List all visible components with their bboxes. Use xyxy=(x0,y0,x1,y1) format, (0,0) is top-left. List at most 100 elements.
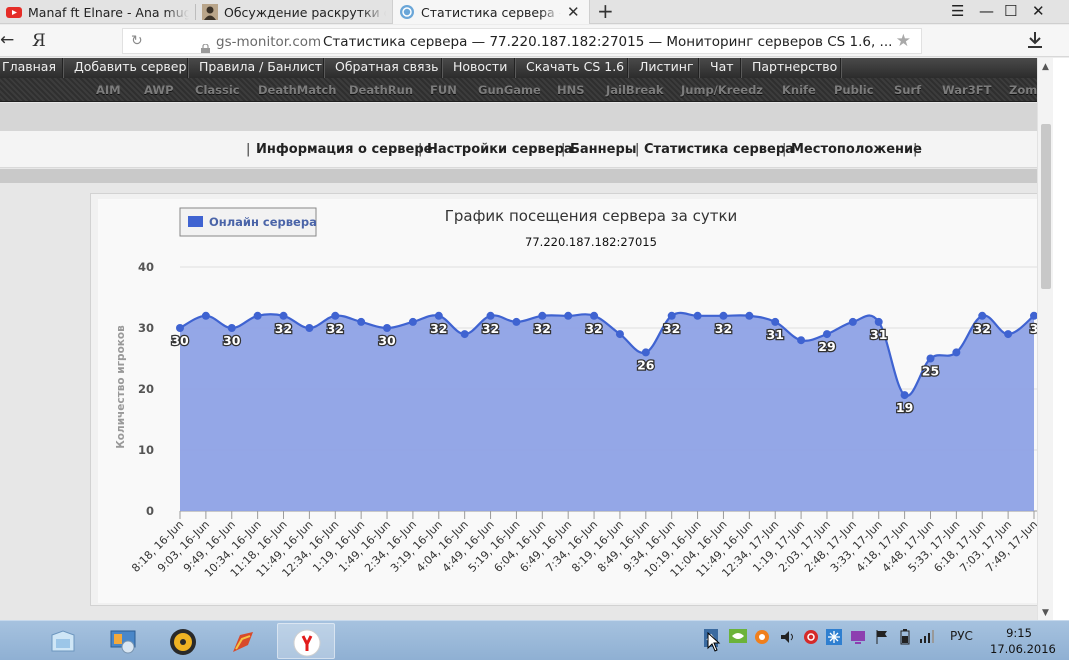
nav-listing[interactable]: Листинг xyxy=(639,58,694,78)
close-tab-icon[interactable]: ✕ xyxy=(567,3,580,21)
flag-icon[interactable] xyxy=(874,629,890,648)
tab-label: Обсуждение раскрутки cs с xyxy=(224,4,386,20)
yandex-button[interactable]: Я xyxy=(32,31,46,51)
battery-icon[interactable] xyxy=(900,629,910,648)
close-window-button[interactable]: ✕ xyxy=(1032,2,1045,20)
data-label: 19 xyxy=(896,400,913,415)
category-gungame[interactable]: GunGame xyxy=(478,83,541,97)
nav-divider xyxy=(62,58,63,78)
menu-icon[interactable]: ☰ xyxy=(951,2,964,20)
tab-label: Статистика сервера — 7 xyxy=(421,4,561,20)
paint-icon xyxy=(233,632,253,652)
data-label: 31 xyxy=(767,327,784,342)
nav-add-server[interactable]: Добавить сервер xyxy=(74,58,186,78)
clock-time: 9:15 xyxy=(1006,626,1032,640)
avast-icon[interactable] xyxy=(754,629,770,648)
link-server-settings[interactable]: Настройки сервера xyxy=(427,142,573,157)
scroll-thumb[interactable] xyxy=(1041,124,1051,289)
category-public[interactable]: Public xyxy=(834,83,874,97)
lock-icon xyxy=(201,38,210,53)
category-hns[interactable]: HNS xyxy=(557,83,585,97)
taskbar-aimp[interactable] xyxy=(154,623,212,659)
gs-monitor-icon xyxy=(399,4,415,20)
server-links-bar: | Информация о сервере | Настройки серве… xyxy=(0,131,1037,168)
category-deathmatch[interactable]: DeathMatch xyxy=(258,83,337,97)
scroll-up-icon[interactable]: ▲ xyxy=(1042,62,1049,72)
data-label: 30 xyxy=(223,333,241,348)
link-separator: | xyxy=(418,142,423,157)
maximize-button[interactable]: ☐ xyxy=(1004,2,1017,20)
data-point xyxy=(383,324,392,332)
data-point xyxy=(745,311,754,320)
data-point xyxy=(667,311,676,320)
nav-divider xyxy=(514,58,515,78)
nav-divider xyxy=(627,58,628,78)
taskbar-control-panel[interactable] xyxy=(94,623,152,659)
nav-home[interactable]: Главная xyxy=(2,58,56,78)
data-point xyxy=(952,348,961,357)
bookmark-star-icon[interactable]: ★ xyxy=(896,31,911,51)
page-scrollbar[interactable]: ▲ ▼ xyxy=(1037,58,1053,620)
data-point xyxy=(512,317,521,326)
nav-rules-banlist[interactable]: Правила / Банлист xyxy=(199,58,322,78)
scroll-down-icon[interactable]: ▼ xyxy=(1042,608,1049,618)
back-button[interactable]: ← xyxy=(0,30,14,50)
download-icon[interactable] xyxy=(1027,31,1043,49)
data-point xyxy=(331,311,340,320)
network-signal-icon[interactable] xyxy=(919,629,935,646)
category-jump-kreedz[interactable]: Jump/Kreedz xyxy=(681,83,763,97)
nav-partnership[interactable]: Партнерство xyxy=(752,58,837,78)
data-label: 32 xyxy=(534,321,551,336)
nav-feedback[interactable]: Обратная связь xyxy=(335,58,439,78)
tab-label: Manaf ft Elnare - Ana mugan xyxy=(28,4,189,20)
category-surf[interactable]: Surf xyxy=(894,83,921,97)
language-indicator[interactable]: РУС xyxy=(950,629,973,643)
volume-icon[interactable] xyxy=(779,629,795,648)
taskbar-explorer[interactable] xyxy=(34,623,92,659)
category-fun[interactable]: FUN xyxy=(430,83,457,97)
minimize-button[interactable]: — xyxy=(979,2,994,20)
category-knife[interactable]: Knife xyxy=(782,83,816,97)
category-bar: AIM AWP Classic DeathMatch DeathRun FUN … xyxy=(0,78,1037,102)
taskbar-yandex-browser[interactable] xyxy=(277,623,335,659)
nav-download-cs[interactable]: Скачать CS 1.6 xyxy=(526,58,624,78)
link-separator: | xyxy=(246,142,251,157)
tab-server-stats[interactable]: Статистика сервера — 7 ✕ xyxy=(392,0,590,24)
category-zombie[interactable]: Zombie xyxy=(1009,83,1037,97)
data-label: 25 xyxy=(922,364,939,379)
category-war3ft[interactable]: War3FT xyxy=(942,83,991,97)
category-aim[interactable]: AIM xyxy=(96,83,121,97)
url-field[interactable]: ↻ gs-monitor.com Статистика сервера — 77… xyxy=(122,28,922,54)
data-point xyxy=(253,311,262,320)
link-server-stats[interactable]: Статистика сервера xyxy=(644,142,794,157)
link-location[interactable]: Местоположение xyxy=(791,142,922,157)
link-server-info[interactable]: Информация о сервере xyxy=(256,142,432,157)
reload-icon[interactable]: ↻ xyxy=(131,33,143,49)
data-point xyxy=(176,324,184,332)
display-icon[interactable] xyxy=(850,629,866,648)
snowflake-icon[interactable] xyxy=(826,629,842,648)
taskbar-paint[interactable] xyxy=(214,623,272,659)
tab-forum[interactable]: Обсуждение раскрутки cs с xyxy=(196,0,392,24)
nav-news[interactable]: Новости xyxy=(453,58,507,78)
tab-youtube[interactable]: Manaf ft Elnare - Ana mugan xyxy=(0,0,195,24)
data-point xyxy=(305,324,314,332)
taskbar: РУС 9:15 17.06.2016 xyxy=(0,620,1069,660)
data-label: 30 xyxy=(171,333,189,348)
category-jailbreak[interactable]: JailBreak xyxy=(606,83,664,97)
data-point xyxy=(434,311,443,320)
chart-title: График посещения сервера за сутки xyxy=(445,207,738,225)
category-deathrun[interactable]: DeathRun xyxy=(349,83,413,97)
data-point xyxy=(797,336,806,345)
nvidia-icon[interactable] xyxy=(729,629,747,646)
category-awp[interactable]: AWP xyxy=(144,83,174,97)
mouse-cursor-icon xyxy=(707,632,721,652)
beats-icon[interactable] xyxy=(803,629,819,648)
nav-chat[interactable]: Чат xyxy=(710,58,734,78)
category-classic[interactable]: Classic xyxy=(195,83,240,97)
new-tab-button[interactable]: + xyxy=(597,0,614,24)
link-banners[interactable]: Баннеры xyxy=(570,142,637,157)
data-point xyxy=(719,311,728,320)
taskbar-clock[interactable]: 9:15 17.06.2016 xyxy=(990,625,1056,657)
link-separator: | xyxy=(913,142,918,157)
